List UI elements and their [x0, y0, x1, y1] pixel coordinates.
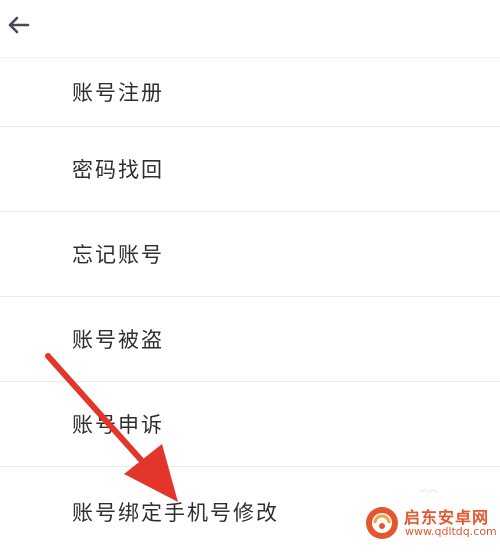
- account-help-menu: 账号注册 密码找回 忘记账号 账号被盗 账号申诉 账号绑定手机号修改: [0, 58, 500, 557]
- menu-item-forgot-account[interactable]: 忘记账号: [0, 212, 500, 297]
- menu-item-label: 密码找回: [72, 158, 164, 182]
- menu-item-password-recovery[interactable]: 密码找回: [0, 127, 500, 212]
- watermark-url: www.qdltdq.com: [405, 525, 497, 538]
- menu-item-label: 账号绑定手机号修改: [72, 501, 279, 525]
- menu-item-label: 账号注册: [72, 81, 164, 105]
- arrow-left-icon: [8, 16, 30, 34]
- menu-item-label: 账号申诉: [72, 413, 164, 437]
- menu-item-account-stolen[interactable]: 账号被盗: [0, 297, 500, 382]
- menu-item-account-appeal[interactable]: 账号申诉: [0, 382, 500, 467]
- menu-item-register[interactable]: 账号注册: [0, 58, 500, 127]
- menu-item-label: 账号被盗: [72, 328, 164, 352]
- back-button[interactable]: [4, 10, 34, 40]
- menu-item-label: 忘记账号: [72, 243, 164, 267]
- watermark: 启东安卓网 www.qdltdq.com: [364, 502, 497, 544]
- top-bar: [0, 0, 500, 58]
- watermark-logo-icon: [366, 507, 398, 539]
- faint-mark: ◠◠: [420, 488, 438, 499]
